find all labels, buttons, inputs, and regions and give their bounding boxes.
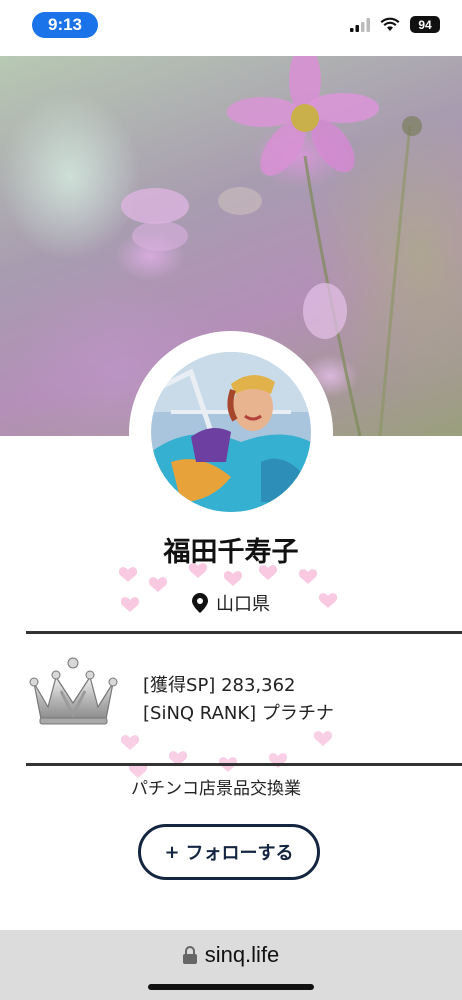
status-icons: 94 — [350, 16, 440, 33]
rank-value: プラチナ — [261, 703, 334, 724]
wifi-icon — [380, 17, 400, 31]
rank-label: [SiNQ RANK] — [143, 703, 257, 724]
divider-bottom — [26, 763, 462, 766]
battery-icon: 94 — [410, 16, 440, 33]
sp-value: 283,362 — [221, 675, 296, 696]
avatar[interactable] — [151, 352, 311, 512]
follow-label: フォローする — [185, 843, 294, 864]
url-text: sinq.life — [204, 942, 280, 967]
home-indicator — [148, 984, 314, 990]
status-bar: 9:13 94 — [0, 0, 462, 56]
sp-label: [獲得SP] — [143, 675, 216, 696]
platinum-crown-icon — [29, 657, 118, 725]
location: 山口県 — [0, 590, 462, 616]
rank-row: [SiNQ RANK] プラチナ — [143, 700, 334, 728]
signal-icon — [350, 17, 370, 32]
follow-button[interactable]: + フォローする — [138, 824, 320, 880]
location-pin-icon — [192, 593, 208, 613]
profile-name: 福田千寿子 — [163, 537, 299, 568]
avatar-image — [151, 352, 311, 512]
status-time: 9:13 — [32, 12, 98, 38]
business-description: パチンコ店景品交換業 — [131, 779, 301, 799]
location-label: 山口県 — [216, 594, 270, 615]
url-display[interactable]: sinq.life — [182, 942, 280, 968]
lock-icon — [182, 946, 197, 964]
stats-block: [獲得SP] 283,362 [SiNQ RANK] プラチナ — [143, 672, 334, 728]
divider-top — [26, 631, 462, 634]
sp-row: [獲得SP] 283,362 — [143, 672, 334, 700]
plus-icon: + — [164, 841, 180, 863]
